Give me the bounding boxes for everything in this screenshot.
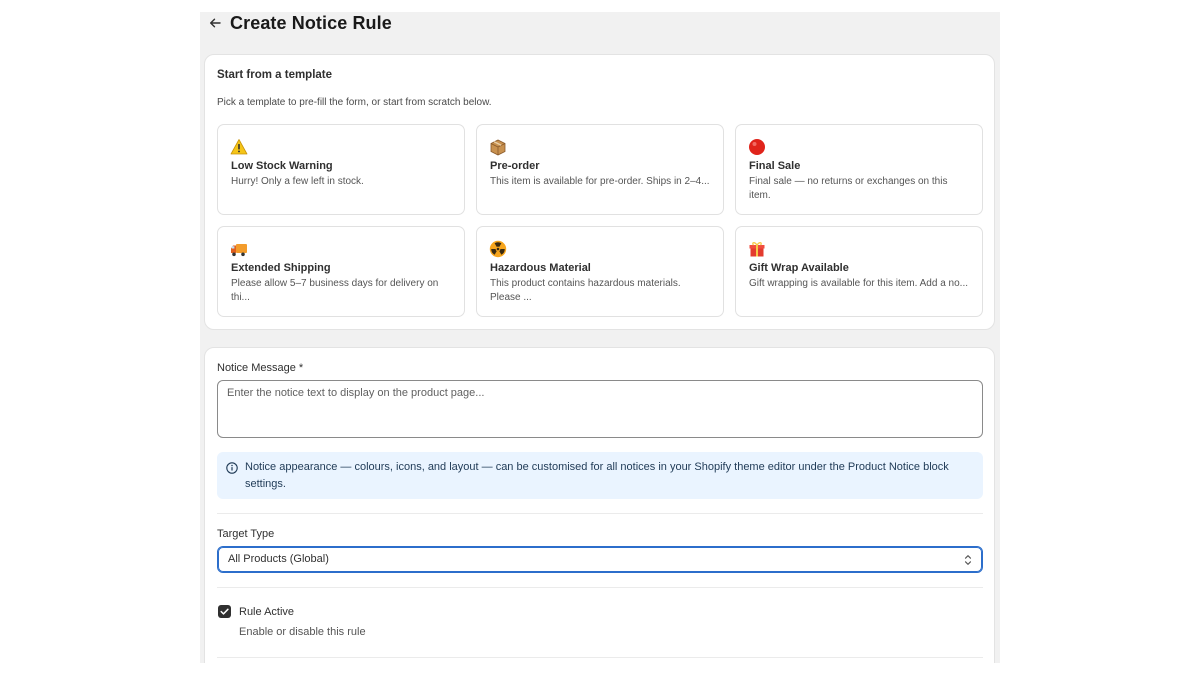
rule-active-label: Rule Active	[239, 606, 295, 618]
template-hazardous-material[interactable]: Hazardous Material This product contains…	[476, 226, 724, 317]
red-circle-icon	[748, 138, 766, 156]
divider	[217, 657, 983, 658]
app-frame: Create Notice Rule Start from a template…	[200, 12, 1000, 663]
templates-subtitle: Pick a template to pre-fill the form, or…	[217, 97, 492, 108]
template-name: Gift Wrap Available	[749, 262, 849, 274]
template-name: Final Sale	[749, 160, 801, 172]
template-gift-wrap-available[interactable]: Gift Wrap Available Gift wrapping is ava…	[735, 226, 983, 317]
page-title: Create Notice Rule	[230, 12, 392, 33]
truck-icon	[230, 240, 248, 258]
rule-active-help: Enable or disable this rule	[239, 626, 366, 638]
template-description: This item is available for pre-order. Sh…	[490, 176, 710, 187]
template-low-stock-warning[interactable]: Low Stock Warning Hurry! Only a few left…	[217, 124, 465, 215]
checkmark-icon	[220, 608, 229, 615]
template-description: Gift wrapping is available for this item…	[749, 278, 968, 289]
info-banner: Notice appearance — colours, icons, and …	[217, 452, 983, 499]
templates-card: Start from a template Pick a template to…	[204, 54, 995, 330]
rule-active-checkbox[interactable]	[218, 605, 231, 618]
info-icon	[226, 461, 238, 474]
template-final-sale[interactable]: Final Sale Final sale — no returns or ex…	[735, 124, 983, 215]
template-name: Low Stock Warning	[231, 160, 333, 172]
template-description: Final sale — no returns or exchanges on …	[749, 176, 948, 201]
page-header: Create Notice Rule	[208, 12, 392, 34]
target-type-value: All Products (Global)	[228, 553, 329, 565]
template-name: Hazardous Material	[490, 262, 591, 274]
divider	[217, 513, 983, 514]
radioactive-icon	[489, 240, 507, 258]
rule-form-card: Notice Message * Notice appearance — col…	[204, 347, 995, 663]
template-extended-shipping[interactable]: Extended Shipping Please allow 5–7 busin…	[217, 226, 465, 317]
divider	[217, 587, 983, 588]
target-type-label: Target Type	[217, 528, 275, 540]
notice-message-label: Notice Message *	[217, 362, 304, 374]
templates-title: Start from a template	[217, 69, 333, 81]
template-name: Pre-order	[490, 160, 540, 172]
target-type-select[interactable]: All Products (Global)	[217, 546, 983, 573]
arrow-left-icon[interactable]	[208, 16, 222, 30]
template-description: Please allow 5–7 business days for deliv…	[231, 278, 439, 303]
template-name: Extended Shipping	[231, 262, 331, 274]
template-description: This product contains hazardous material…	[490, 278, 681, 303]
gift-icon	[748, 240, 766, 258]
template-description: Hurry! Only a few left in stock.	[231, 176, 364, 187]
select-chevron-icon	[963, 553, 973, 567]
info-banner-text: Notice appearance — colours, icons, and …	[245, 461, 949, 490]
notice-message-input[interactable]	[217, 380, 983, 438]
template-pre-order[interactable]: Pre-order This item is available for pre…	[476, 124, 724, 215]
package-icon	[489, 138, 507, 156]
warning-icon	[230, 138, 248, 156]
